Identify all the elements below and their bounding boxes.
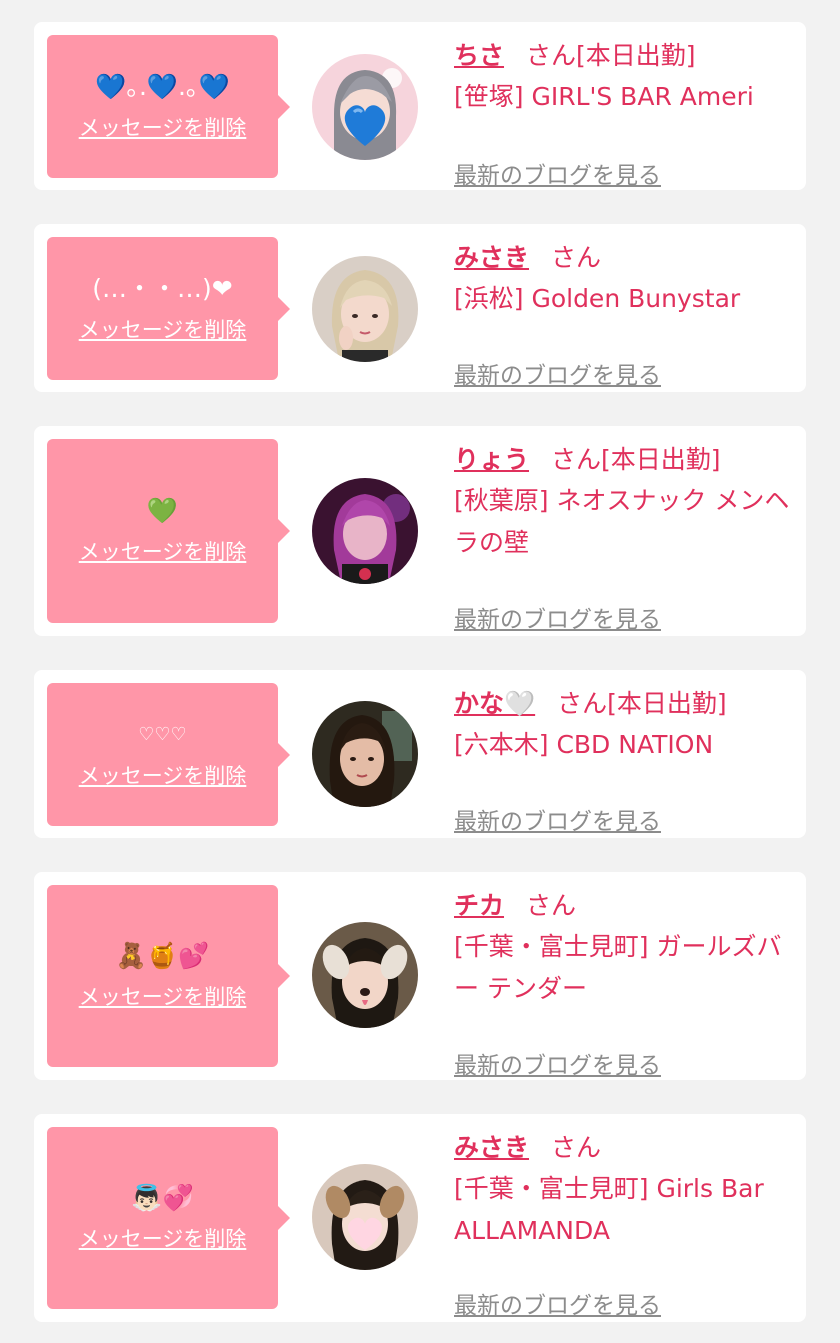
message-text: (…・・…)❤ bbox=[92, 273, 233, 303]
delete-message-link[interactable]: メッセージを削除 bbox=[79, 760, 247, 790]
latest-blog-link[interactable]: 最新のブログを見る bbox=[454, 600, 661, 634]
message-card: 💙｡.💙.｡💙 メッセージを削除 ちさ さん[本日出勤] [笹塚] GIRL'S … bbox=[34, 22, 806, 190]
cast-status: さん[本日出勤] bbox=[526, 41, 696, 70]
message-card: 👼🏻💞 メッセージを削除 みさき さん [千葉・富士見町] Girls Bar A… bbox=[34, 1114, 806, 1322]
delete-message-link[interactable]: メッセージを削除 bbox=[79, 112, 247, 142]
shop-name: [笹塚] GIRL'S BAR Ameri bbox=[454, 82, 754, 111]
cast-info: ちさ さん[本日出勤] [笹塚] GIRL'S BAR Ameri 最新のブログを… bbox=[454, 36, 794, 189]
latest-blog-link[interactable]: 最新のブログを見る bbox=[454, 1286, 661, 1320]
delete-message-link[interactable]: メッセージを削除 bbox=[79, 314, 247, 344]
purple-hair-girl-icon bbox=[312, 478, 418, 584]
avatar[interactable] bbox=[312, 54, 418, 160]
message-text: 💚 bbox=[146, 496, 179, 525]
message-bubble: (…・・…)❤ メッセージを削除 bbox=[47, 237, 290, 380]
message-text: 👼🏻💞 bbox=[131, 1183, 194, 1212]
avatar[interactable] bbox=[312, 478, 418, 584]
cast-status: さん bbox=[551, 1133, 602, 1162]
cast-status: さん[本日出勤] bbox=[551, 445, 721, 474]
latest-blog-link[interactable]: 最新のブログを見る bbox=[454, 1046, 661, 1080]
message-bubble: ♡♡♡ メッセージを削除 bbox=[47, 683, 290, 826]
latest-blog-link[interactable]: 最新のブログを見る bbox=[454, 156, 661, 190]
cast-info: みさき さん [千葉・富士見町] Girls Bar ALLAMANDA 最新のブ… bbox=[454, 1128, 794, 1319]
cast-name-link[interactable]: みさき bbox=[454, 1133, 529, 1162]
shop-name: [六本木] CBD NATION bbox=[454, 730, 714, 759]
message-text: 🧸🍯💕 bbox=[115, 941, 210, 970]
message-card: 💚 メッセージを削除 りょう さん[本日出勤] [秋葉原] ネオスナック メンヘラ… bbox=[34, 426, 806, 636]
cast-info: チカ さん [千葉・富士見町] ガールズバー テンダー 最新のブログを見る bbox=[454, 886, 794, 1079]
cast-name-link[interactable]: りょう bbox=[454, 445, 529, 474]
cast-info: かな🤍 さん[本日出勤] [六本木] CBD NATION 最新のブログを見る bbox=[454, 684, 794, 835]
message-text: ♡♡♡ bbox=[138, 723, 187, 745]
girl-with-heart-sticker-icon bbox=[312, 54, 418, 160]
name-line: みさき さん bbox=[454, 238, 794, 278]
message-bubble: 💚 メッセージを削除 bbox=[47, 439, 290, 623]
delete-message-link[interactable]: メッセージを削除 bbox=[79, 981, 247, 1011]
delete-message-link[interactable]: メッセージを削除 bbox=[79, 1223, 247, 1253]
cast-name-link[interactable]: チカ bbox=[454, 891, 504, 920]
name-line: ちさ さん[本日出勤] bbox=[454, 36, 794, 76]
avatar[interactable] bbox=[312, 256, 418, 362]
name-line: りょう さん[本日出勤] bbox=[454, 440, 794, 480]
message-text: 💙｡.💙.｡💙 bbox=[95, 71, 230, 101]
dark-hair-girl-icon bbox=[312, 701, 418, 807]
name-line: かな🤍 さん[本日出勤] bbox=[454, 684, 794, 724]
shop-name: [秋葉原] ネオスナック メンヘラの壁 bbox=[454, 486, 790, 557]
name-line: みさき さん bbox=[454, 1128, 794, 1168]
cast-status: さん bbox=[551, 243, 602, 272]
cast-status: さん bbox=[526, 891, 577, 920]
shop-name: [千葉・富士見町] ガールズバー テンダー bbox=[454, 932, 782, 1003]
avatar[interactable] bbox=[312, 701, 418, 807]
message-card: 🧸🍯💕 メッセージを削除 チカ さん [千葉・富士見町] ガールズバー テンダー … bbox=[34, 872, 806, 1080]
message-card: ♡♡♡ メッセージを削除 かな🤍 さん[本日出勤] [六本木] CBD NATIO… bbox=[34, 670, 806, 838]
dog-filter-girl-icon bbox=[312, 922, 418, 1028]
avatar[interactable] bbox=[312, 922, 418, 1028]
dog-filter-heart-girl-icon bbox=[312, 1164, 418, 1270]
message-bubble: 🧸🍯💕 メッセージを削除 bbox=[47, 885, 290, 1067]
blonde-girl-icon bbox=[312, 256, 418, 362]
message-bubble: 👼🏻💞 メッセージを削除 bbox=[47, 1127, 290, 1309]
delete-message-link[interactable]: メッセージを削除 bbox=[79, 536, 247, 566]
name-line: チカ さん bbox=[454, 886, 794, 926]
shop-name: [浜松] Golden Bunystar bbox=[454, 284, 741, 313]
message-bubble: 💙｡.💙.｡💙 メッセージを削除 bbox=[47, 35, 290, 178]
avatar[interactable] bbox=[312, 1164, 418, 1270]
latest-blog-link[interactable]: 最新のブログを見る bbox=[454, 802, 661, 836]
cast-name-link[interactable]: みさき bbox=[454, 243, 529, 272]
cast-info: みさき さん [浜松] Golden Bunystar 最新のブログを見る bbox=[454, 238, 794, 389]
message-card: (…・・…)❤ メッセージを削除 みさき さん [浜松] Golden Bunys… bbox=[34, 224, 806, 392]
cast-info: りょう さん[本日出勤] [秋葉原] ネオスナック メンヘラの壁 最新のブログを見… bbox=[454, 440, 794, 633]
cast-status: さん[本日出勤] bbox=[557, 689, 727, 718]
cast-name-link[interactable]: ちさ bbox=[454, 41, 504, 70]
latest-blog-link[interactable]: 最新のブログを見る bbox=[454, 356, 661, 390]
cast-name-link[interactable]: かな🤍 bbox=[454, 689, 535, 718]
shop-name: [千葉・富士見町] Girls Bar ALLAMANDA bbox=[454, 1174, 764, 1245]
